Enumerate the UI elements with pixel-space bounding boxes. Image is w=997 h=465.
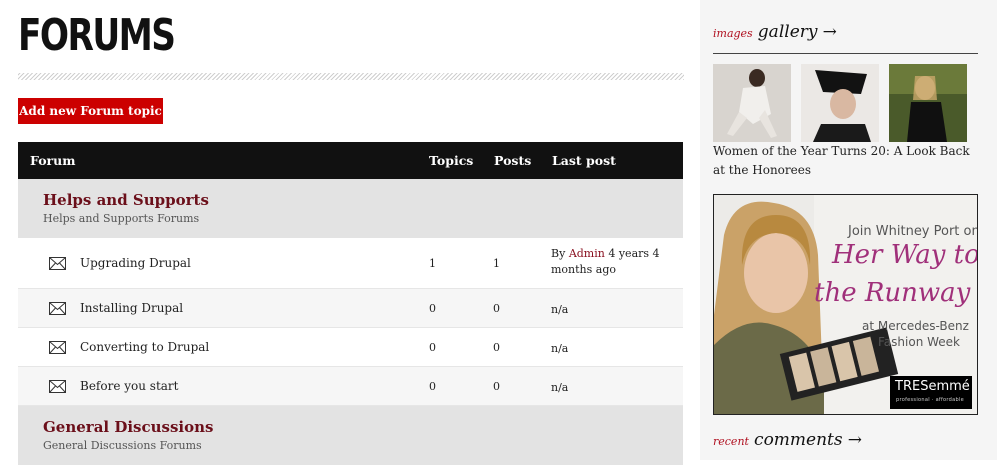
category-title-link[interactable]: Helps and Supports — [43, 191, 209, 209]
header-topics[interactable]: Topics — [429, 153, 473, 168]
topics-count: 0 — [429, 380, 436, 393]
forum-name-link[interactable]: Converting to Drupal — [80, 340, 209, 354]
gallery-caption-link[interactable]: Women of the Year Turns 20: A Look Back … — [713, 142, 983, 180]
posts-count: 0 — [493, 302, 500, 315]
ad-text-line: at Mercedes-Benz — [862, 319, 969, 333]
table-header: Forum Topics Posts Last post — [18, 142, 683, 179]
topics-count: 1 — [429, 257, 436, 270]
header-last-post[interactable]: Last post — [552, 153, 616, 168]
gallery-heading-title: gallery — [757, 22, 818, 42]
posts-count: 0 — [493, 380, 500, 393]
advertisement-banner[interactable]: Join Whitney Port on Her Way to the Runw… — [713, 194, 978, 415]
comments-heading[interactable]: recent comments → — [713, 430, 862, 450]
arrow-right-icon: → — [847, 430, 862, 450]
arrow-right-icon: → — [822, 22, 837, 42]
gallery-thumbnail[interactable] — [889, 64, 967, 142]
ad-text-line: Join Whitney Port on — [848, 224, 978, 239]
category-row: General Discussions General Discussions … — [18, 406, 683, 465]
last-post-info: n/a — [551, 342, 569, 355]
sidebar: images gallery → Women of the Year Turns… — [700, 0, 997, 460]
ad-text-line: Fashion Week — [878, 335, 960, 349]
topics-count: 0 — [429, 302, 436, 315]
forum-row: Upgrading Drupal 1 1 By Admin 4 years 4 … — [18, 238, 683, 289]
ad-headline: the Runway — [814, 278, 971, 308]
forum-row: Installing Drupal 0 0 n/a — [18, 289, 683, 328]
forum-name-link[interactable]: Upgrading Drupal — [80, 256, 191, 270]
last-post-info: n/a — [551, 381, 569, 394]
category-title-link[interactable]: General Discussions — [43, 418, 213, 436]
hatched-divider — [18, 73, 684, 80]
forum-name-link[interactable]: Before you start — [80, 379, 178, 393]
forum-table: Forum Topics Posts Last post Helps and S… — [18, 142, 683, 465]
posts-count: 1 — [493, 257, 500, 270]
envelope-icon — [49, 341, 66, 354]
comments-heading-prefix: recent — [713, 435, 749, 448]
main-content: FORUMS Add new Forum topic Forum Topics … — [0, 0, 700, 465]
last-post-author-link[interactable]: Admin — [569, 247, 605, 260]
page-title: FORUMS — [18, 10, 176, 61]
last-post-time: 4 years 4 months ago — [551, 247, 660, 276]
envelope-icon — [49, 257, 66, 270]
ad-headline: Her Way to — [832, 240, 978, 270]
header-forum[interactable]: Forum — [30, 153, 75, 168]
gallery-thumbnail[interactable] — [713, 64, 791, 142]
last-post-info: By Admin 4 years 4 months ago — [551, 246, 661, 278]
ad-brand-tagline: professional · affordable — [896, 397, 965, 403]
category-description: Helps and Supports Forums — [43, 212, 200, 225]
sidebar-divider — [713, 53, 978, 54]
envelope-icon — [49, 302, 66, 315]
category-row: Helps and Supports Helps and Supports Fo… — [18, 179, 683, 238]
topics-count: 0 — [429, 341, 436, 354]
forum-name-link[interactable]: Installing Drupal — [80, 301, 183, 315]
forum-row: Before you start 0 0 n/a — [18, 367, 683, 406]
gallery-thumbnail[interactable] — [801, 64, 879, 142]
posts-count: 0 — [493, 341, 500, 354]
last-post-prefix: By — [551, 247, 566, 260]
comments-heading-title: comments — [754, 430, 843, 450]
category-description: General Discussions Forums — [43, 439, 202, 452]
forum-row: Converting to Drupal 0 0 n/a — [18, 328, 683, 367]
ad-brand-logo: TRESemmé professional · affordable — [890, 376, 972, 409]
gallery-heading-prefix: images — [713, 27, 753, 40]
ad-brand-name: TRESemmé — [895, 379, 970, 394]
gallery-heading[interactable]: images gallery → — [713, 22, 837, 42]
last-post-info: n/a — [551, 303, 569, 316]
add-forum-topic-button[interactable]: Add new Forum topic — [18, 98, 163, 124]
envelope-icon — [49, 380, 66, 393]
header-posts[interactable]: Posts — [494, 153, 531, 168]
